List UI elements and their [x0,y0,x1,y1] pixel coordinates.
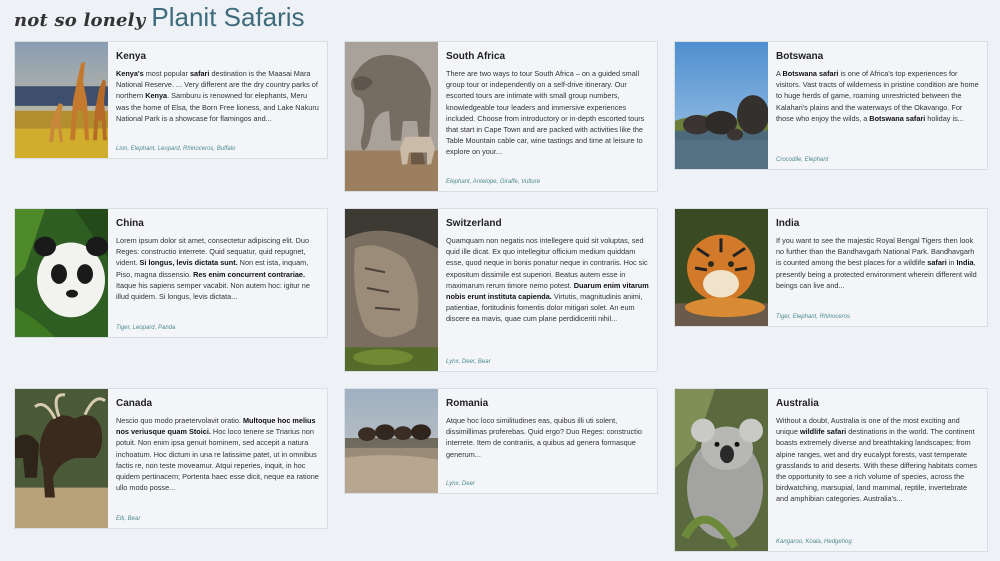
destination-card-china[interactable]: China Lorem ipsum dolor sit amet, consec… [14,208,328,338]
card-title[interactable]: Australia [776,398,980,409]
destination-card-romania[interactable]: Romania Atque hoc loco similitudines eas… [344,388,658,494]
card-body: Botswana A Botswana safari is one of Afr… [768,42,987,169]
destination-card-canada[interactable]: Canada Nescio quo modo praetervolavit or… [14,388,328,529]
description-text: destinations in the world. The continent… [776,427,978,504]
description-text: Nescio quo modo praetervolavit oratio. [116,416,243,425]
card-body: China Lorem ipsum dolor sit amet, consec… [108,209,327,337]
animal-tags: Lynx, Deer, Bear [446,359,491,365]
tiger-photo[interactable] [675,209,768,326]
card-body: India If you want to see the majestic Ro… [768,209,987,326]
lynx-photo[interactable] [345,209,438,371]
destination-card-botswana[interactable]: Botswana A Botswana safari is one of Afr… [674,41,988,170]
card-title[interactable]: India [776,218,980,229]
description-emphasis: Botswana safari [869,113,926,123]
card-description: A Botswana safari is one of Africa's top… [776,68,980,124]
description-text: There are two ways to tour South Africa … [446,69,645,157]
card-body: Switzerland Quamquam non negatis nos int… [438,209,657,371]
card-description: Without a doubt, Australia is one of the… [776,415,980,505]
description-text: Atque hoc loco similitudines eas, quibus… [446,416,642,459]
card-title[interactable]: Canada [116,398,320,409]
elephant-photo[interactable] [345,42,438,191]
destination-card-south-africa[interactable]: South Africa There are two ways to tour … [344,41,658,192]
description-text: Itaque his sapiens semper vacabit. Non a… [116,280,310,302]
site-header: not so lonely Planit Safaris [14,2,305,32]
card-body: Canada Nescio quo modo praetervolavit or… [108,389,327,528]
animal-tags: Crocodile, Elephant [776,157,829,163]
animal-tags: Lynx, Deer [446,481,475,487]
description-text: Hoc loco tenere se Triarius non potuit. … [116,427,319,493]
animal-tags: Tiger, Elephant, Rhinoceros [776,314,850,320]
giraffe-photo[interactable] [15,42,108,158]
card-title[interactable]: China [116,218,320,229]
description-text: most popular [143,69,190,78]
destination-card-india[interactable]: India If you want to see the majestic Ro… [674,208,988,327]
description-text: in [946,258,957,268]
animal-tags: Elephant, Antelope, Giraffe, Vulture [446,179,541,185]
moose-photo[interactable] [15,389,108,528]
animal-tags: Kangaroo, Koala, Hedgehog [776,539,852,545]
card-title[interactable]: South Africa [446,51,650,62]
destination-card-kenya[interactable]: Kenya Kenya's most popular safari destin… [14,41,328,159]
card-body: South Africa There are two ways to tour … [438,42,657,191]
brand-tagline: not so lonely [14,10,146,31]
description-emphasis: safari [927,258,947,268]
card-title[interactable]: Romania [446,398,650,409]
panda-photo[interactable] [15,209,108,337]
card-description: Kenya's most popular safari destination … [116,68,320,124]
animal-tags: Lion, Elephant, Leopard, Rhinoceros, Buf… [116,146,236,152]
card-title[interactable]: Kenya [116,51,320,62]
brand-name[interactable]: Planit Safaris [151,2,304,33]
description-emphasis: Botswana safari [782,69,839,78]
description-emphasis: wildlife safari [799,427,847,437]
description-emphasis: Kenya [145,91,168,101]
description-emphasis: safari [189,69,210,78]
koala-photo[interactable] [675,389,768,551]
card-body: Australia Without a doubt, Australia is … [768,389,987,551]
destination-card-australia[interactable]: Australia Without a doubt, Australia is … [674,388,988,552]
card-description: Nescio quo modo praetervolavit oratio. M… [116,415,320,493]
card-body: Romania Atque hoc loco similitudines eas… [438,389,657,493]
animal-tags: Elk, Bear [116,516,141,522]
description-text: holiday is... [925,113,964,123]
card-description: Quamquam non negatis nos intellegere qui… [446,235,650,325]
description-emphasis: Kenya's [116,69,144,78]
description-emphasis: India [956,258,974,268]
card-description: There are two ways to tour South Africa … [446,68,650,158]
animal-tags: Tiger, Leopard, Panda [116,325,176,331]
destination-card-switzerland[interactable]: Switzerland Quamquam non negatis nos int… [344,208,658,372]
card-title[interactable]: Switzerland [446,218,650,229]
description-emphasis: Si longus, levis dictata sunt. [139,258,238,268]
card-description: Atque hoc loco similitudines eas, quibus… [446,415,650,460]
card-body: Kenya Kenya's most popular safari destin… [108,42,327,158]
elephant-herd-photo[interactable] [675,42,768,169]
description-emphasis: Res enim concurrent contrariae. [193,269,306,279]
bison-photo[interactable] [345,389,438,493]
card-description: Lorem ipsum dolor sit amet, consectetur … [116,235,320,302]
card-description: If you want to see the majestic Royal Be… [776,235,980,291]
card-title[interactable]: Botswana [776,51,980,62]
